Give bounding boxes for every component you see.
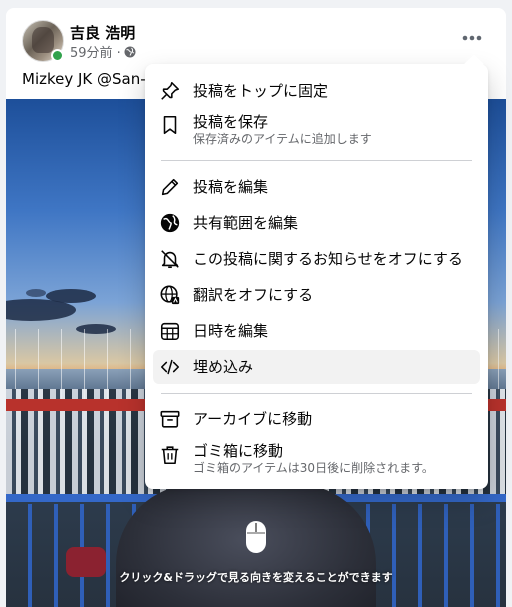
post-time[interactable]: 59分前 ·: [70, 42, 121, 61]
menu-label: 日時を編集: [193, 322, 269, 340]
menu-item-turn-off-translation[interactable]: 翻訳をオフにする: [153, 278, 480, 312]
trash-icon: [161, 446, 179, 465]
post-options-menu: 投稿をトップに固定 投稿を保存 保存済みのアイテムに追加します 投稿を編集 共有…: [145, 54, 488, 489]
post-header: 吉良 浩明 59分前 ·: [6, 8, 506, 68]
code-icon: [160, 359, 180, 375]
cloud: [26, 289, 46, 297]
menu-label: 投稿を編集: [193, 178, 269, 196]
menu-label: 埋め込み: [193, 358, 254, 376]
menu-separator: [161, 393, 472, 394]
calendar-icon: [160, 322, 180, 341]
globe-icon[interactable]: [124, 46, 136, 58]
menu-item-turn-off-notifications[interactable]: この投稿に関するお知らせをオフにする: [153, 242, 480, 276]
menu-label: 共有範囲を編集: [193, 214, 299, 232]
post-text: Mizkey JK @San-F: [22, 70, 155, 88]
panorama-hint: クリック&ドラッグで見る向きを変えることができます: [119, 571, 393, 584]
menu-label: 投稿を保存: [193, 113, 269, 131]
bell-off-icon: [161, 250, 179, 269]
menu-item-embed[interactable]: 埋め込み: [153, 350, 480, 384]
menu-label: 投稿をトップに固定: [193, 82, 329, 100]
mouse-icon: [246, 521, 266, 553]
menu-item-edit-audience[interactable]: 共有範囲を編集: [153, 206, 480, 240]
menu-item-edit-post[interactable]: 投稿を編集: [153, 170, 480, 204]
menu-label: 翻訳をオフにする: [193, 286, 314, 304]
menu-separator: [161, 160, 472, 161]
archive-icon: [160, 410, 180, 428]
menu-item-move-to-trash[interactable]: ゴミ箱に移動 ゴミ箱のアイテムは30日後に削除されます。: [153, 436, 480, 482]
menu-sublabel: 保存済みのアイテムに追加します: [193, 132, 372, 146]
pencil-icon: [161, 178, 179, 196]
online-status-dot: [51, 49, 64, 62]
menu-label: この投稿に関するお知らせをオフにする: [193, 250, 463, 268]
post-options-button[interactable]: [456, 22, 488, 54]
menu-label: アーカイブに移動: [193, 410, 313, 428]
menu-label: ゴミ箱に移動: [193, 442, 284, 460]
menu-sublabel: ゴミ箱のアイテムは30日後に削除されます。: [193, 461, 434, 475]
globe-icon: [160, 213, 180, 233]
pin-icon: [161, 81, 180, 100]
author-name[interactable]: 吉良 浩明: [70, 22, 135, 43]
menu-item-pin-to-top[interactable]: 投稿をトップに固定: [153, 74, 480, 108]
menu-item-move-to-archive[interactable]: アーカイブに移動: [153, 402, 480, 436]
menu-item-save-post[interactable]: 投稿を保存 保存済みのアイテムに追加します: [153, 108, 480, 152]
post-meta: 59分前 ·: [70, 42, 136, 61]
cloud: [46, 289, 96, 303]
menu-item-edit-date[interactable]: 日時を編集: [153, 314, 480, 348]
more-horizontal-icon: [462, 35, 482, 41]
bookmark-icon: [163, 115, 177, 135]
translate-icon: [160, 285, 180, 305]
